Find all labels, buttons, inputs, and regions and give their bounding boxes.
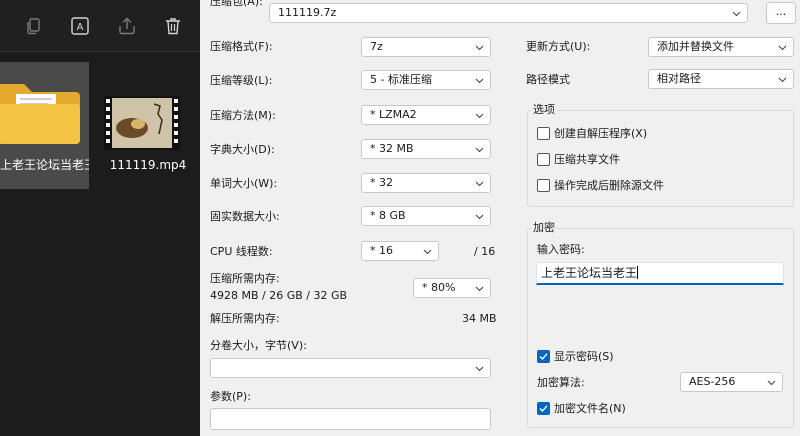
archive-path-combo[interactable]: 111119.7z <box>269 3 748 23</box>
checkbox-checked[interactable] <box>537 402 550 415</box>
threads-select[interactable]: * 16 <box>361 241 439 261</box>
chevron-down-icon <box>475 284 484 293</box>
level-value: 5 - 标准压缩 <box>370 73 432 86</box>
checkbox-box[interactable] <box>537 127 550 140</box>
dictionary-select[interactable]: * 32 MB <box>361 139 491 159</box>
path-mode-label: 路径模式 <box>526 73 570 86</box>
encryption-method-select[interactable]: AES-256 <box>680 372 783 392</box>
translate-icon[interactable]: A <box>68 14 92 38</box>
video-thumbnail-icon <box>104 96 180 150</box>
threads-label: CPU 线程数: <box>210 245 273 258</box>
threads-total: / 16 <box>474 245 496 258</box>
sfx-checkbox-label: 创建自解压程序(X) <box>554 127 648 140</box>
parameters-input[interactable] <box>210 408 491 430</box>
video-file-item[interactable]: 111119.mp4 <box>100 96 196 176</box>
solid-size-select[interactable]: * 8 GB <box>361 206 491 226</box>
chevron-down-icon <box>423 247 432 256</box>
browse-button[interactable]: ... <box>766 2 796 24</box>
chevron-down-icon <box>475 145 484 154</box>
threads-value: * 16 <box>370 244 393 257</box>
compress-memory-label: 压缩所需内存: <box>210 272 280 285</box>
decompress-memory-label: 解压所需内存: <box>210 312 280 325</box>
folder-item[interactable]: 上老王论坛当老王 <box>0 62 89 189</box>
checkbox-box[interactable] <box>537 179 550 192</box>
volume-size-label: 分卷大小，字节(V): <box>210 339 307 352</box>
encryption-group-title: 加密 <box>531 221 557 235</box>
copy-icon[interactable] <box>22 14 46 38</box>
add-to-archive-dialog: 压缩包(A): 111119.7z ... 压缩格式(F): 7z 压缩等级(L… <box>200 0 800 436</box>
update-mode-label: 更新方式(U): <box>526 40 591 53</box>
dictionary-label: 字典大小(D): <box>210 143 275 156</box>
archive-path-label: 压缩包(A): <box>210 0 263 8</box>
checkbox-box[interactable] <box>537 153 550 166</box>
file-explorer-pane: A 上老王论坛当老王 111119.mp4 <box>0 0 200 436</box>
chevron-down-icon <box>475 43 484 52</box>
word-size-label: 单词大小(W): <box>210 177 278 190</box>
share-icon[interactable] <box>115 14 139 38</box>
volume-size-combo[interactable] <box>210 358 491 378</box>
encryption-method-label: 加密算法: <box>537 376 585 389</box>
chevron-down-icon <box>732 9 741 18</box>
password-label: 输入密码: <box>537 243 585 256</box>
shared-files-checkbox-label: 压缩共享文件 <box>554 153 620 166</box>
path-mode-value: 相对路径 <box>657 72 701 85</box>
password-value: 上老王论坛当老王 <box>541 266 638 280</box>
chevron-down-icon <box>475 364 484 373</box>
delete-icon[interactable] <box>161 14 185 38</box>
update-mode-value: 添加并替换文件 <box>657 40 734 53</box>
encryption-group <box>527 228 794 428</box>
format-select[interactable]: 7z <box>361 37 491 57</box>
solid-size-label: 固实数据大小: <box>210 210 280 223</box>
folder-name: 上老王论坛当老王 <box>0 158 89 172</box>
chevron-down-icon <box>475 76 484 85</box>
show-password-label: 显示密码(S) <box>554 350 614 363</box>
video-file-name: 111119.mp4 <box>109 158 187 172</box>
compress-memory-value: 4928 MB / 26 GB / 32 GB <box>210 289 348 302</box>
password-input[interactable]: 上老王论坛当老王 <box>536 262 784 285</box>
encryption-method-value: AES-256 <box>689 375 736 388</box>
chevron-down-icon <box>475 212 484 221</box>
folder-icon <box>0 84 80 144</box>
text-caret <box>637 266 639 279</box>
decompress-memory-value: 34 MB <box>462 312 497 325</box>
word-size-value: * 32 <box>370 176 393 189</box>
format-label: 压缩格式(F): <box>210 40 273 53</box>
memory-percent-value: * 80% <box>422 281 456 294</box>
dictionary-value: * 32 MB <box>370 142 414 155</box>
delete-after-checkbox-label: 操作完成后删除源文件 <box>554 179 664 192</box>
svg-text:A: A <box>77 22 84 33</box>
method-select[interactable]: * LZMA2 <box>361 105 491 125</box>
solid-size-value: * 8 GB <box>370 209 406 222</box>
chevron-down-icon <box>767 378 776 387</box>
level-select[interactable]: 5 - 标准压缩 <box>361 70 491 90</box>
checkbox-checked[interactable] <box>537 350 550 363</box>
word-size-select[interactable]: * 32 <box>361 173 491 193</box>
encrypt-filenames-label: 加密文件名(N) <box>554 402 626 415</box>
level-label: 压缩等级(L): <box>210 74 273 87</box>
path-mode-select[interactable]: 相对路径 <box>648 69 794 89</box>
options-group-title: 选项 <box>531 103 557 117</box>
chevron-down-icon <box>778 75 787 84</box>
chevron-down-icon <box>778 43 787 52</box>
format-value: 7z <box>370 40 383 53</box>
archive-path-value: 111119.7z <box>278 6 337 19</box>
memory-percent-select[interactable]: * 80% <box>413 278 491 298</box>
explorer-toolbar: A <box>0 0 200 52</box>
method-value: * LZMA2 <box>370 108 417 121</box>
parameters-label: 参数(P): <box>210 390 251 403</box>
chevron-down-icon <box>475 111 484 120</box>
chevron-down-icon <box>475 179 484 188</box>
update-mode-select[interactable]: 添加并替换文件 <box>648 37 794 57</box>
method-label: 压缩方法(M): <box>210 109 276 122</box>
